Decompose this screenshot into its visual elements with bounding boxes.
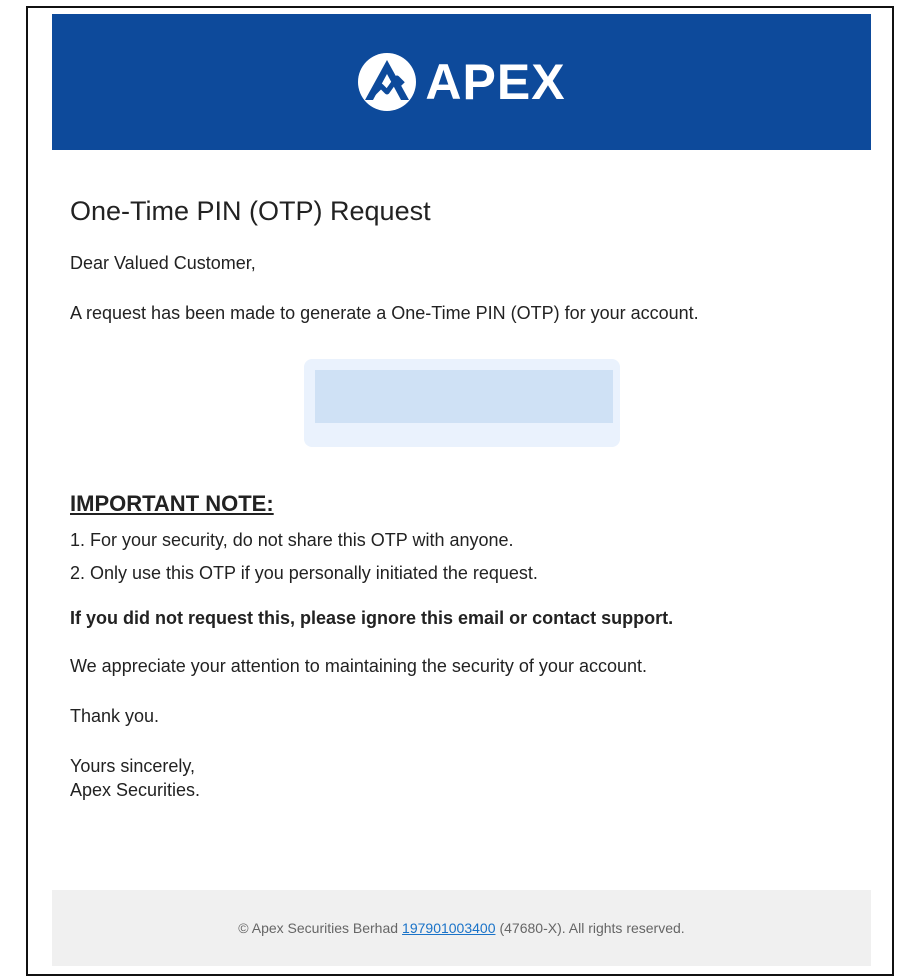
intro-text: A request has been made to generate a On… — [70, 303, 699, 323]
important-note-heading: IMPORTANT NOTE: — [70, 491, 274, 516]
otp-code-box — [314, 370, 613, 423]
sign-off: Yours sincerely, — [70, 756, 196, 776]
otp-container — [303, 359, 620, 447]
brand-logo: APEX — [357, 52, 565, 112]
important-note-list: 1. For your security, do not share this … — [70, 524, 853, 590]
email-content: One-Time PIN (OTP) Request Dear Valued C… — [52, 195, 871, 802]
registration-number-link[interactable]: 197901003400 — [402, 920, 495, 936]
appreciation-text: We appreciate your attention to maintain… — [70, 656, 647, 676]
email-footer: © Apex Securities Berhad 197901003400 (4… — [52, 890, 871, 966]
note-item: 2. Only use this OTP if you personally i… — [70, 563, 538, 583]
email-header: APEX — [52, 14, 871, 150]
footer-prefix: © Apex Securities Berhad — [238, 920, 399, 936]
signature-block: Yours sincerely, Apex Securities. — [70, 754, 853, 802]
brand-name: APEX — [425, 54, 566, 110]
greeting: Dear Valued Customer, — [70, 253, 256, 273]
email-title: One-Time PIN (OTP) Request — [70, 196, 431, 226]
footer-suffix: (47680-X). All rights reserved. — [499, 920, 685, 936]
signature-name: Apex Securities. — [70, 780, 201, 800]
note-item: 1. For your security, do not share this … — [70, 530, 514, 550]
warning-text: If you did not request this, please igno… — [70, 608, 674, 628]
apex-mountain-logo-icon — [358, 53, 417, 111]
thanks-text: Thank you. — [70, 706, 160, 726]
email-body: APEX One-Time PIN (OTP) Request Dear Val… — [52, 14, 871, 802]
